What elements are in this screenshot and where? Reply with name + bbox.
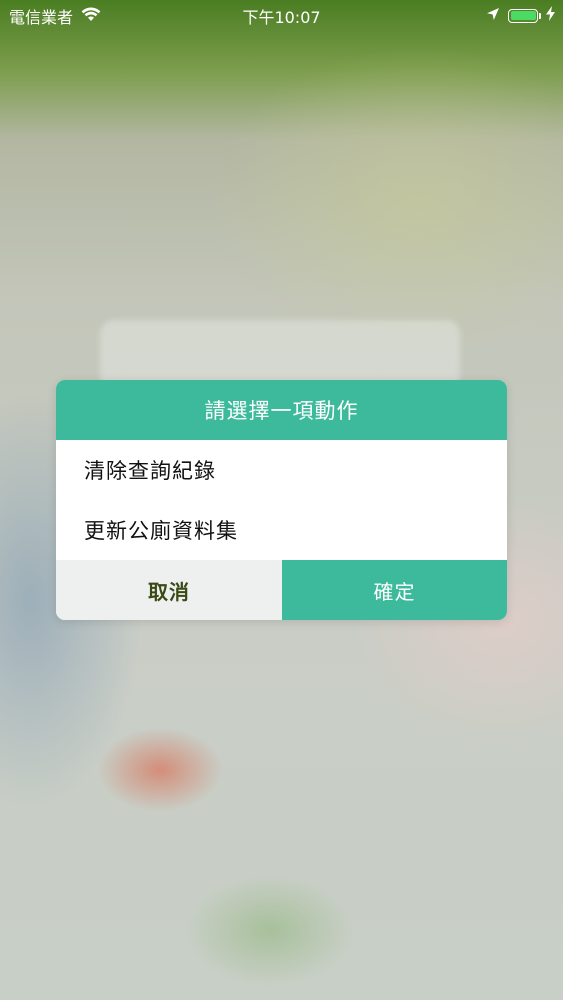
option-update-dataset[interactable]: 更新公廁資料集 <box>56 500 507 560</box>
option-clear-history[interactable]: 清除查詢紀錄 <box>56 440 507 500</box>
dialog-options-list: 清除查詢紀錄 更新公廁資料集 <box>56 440 507 560</box>
cancel-button[interactable]: 取消 <box>56 560 282 620</box>
status-right-group <box>486 6 555 25</box>
app-screen: 電信業者 下午10:07 請選擇一項動作 清除查詢紀錄 更新公廁資料集 取消 確… <box>0 0 563 1000</box>
status-bar: 電信業者 下午10:07 <box>0 0 563 30</box>
confirm-button[interactable]: 確定 <box>282 560 507 620</box>
dialog-button-row: 取消 確定 <box>56 560 507 620</box>
charging-bolt-icon <box>546 6 555 25</box>
dialog-title: 請選擇一項動作 <box>56 380 507 440</box>
battery-tip <box>539 12 541 19</box>
status-time: 下午10:07 <box>242 8 321 27</box>
location-arrow-icon <box>486 6 500 25</box>
battery-icon <box>508 8 541 23</box>
action-dialog: 請選擇一項動作 清除查詢紀錄 更新公廁資料集 取消 確定 <box>56 380 507 620</box>
battery-fill <box>510 11 536 20</box>
